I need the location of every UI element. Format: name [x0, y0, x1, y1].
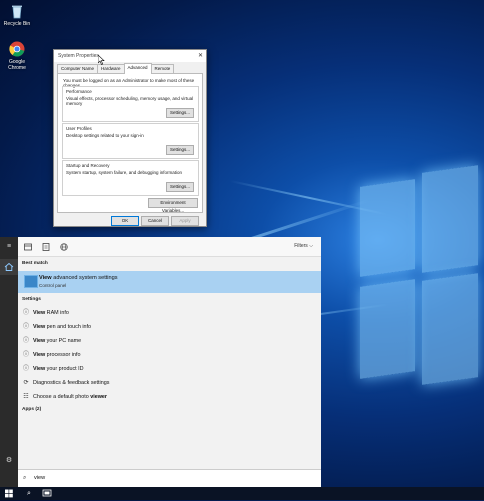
- settings-header: Settings: [22, 297, 41, 302]
- group-title: Performance: [66, 89, 92, 94]
- filters-dropdown[interactable]: Filters ⌵: [294, 243, 313, 249]
- dialog-body: You must be logged on as an Administrato…: [57, 73, 203, 239]
- advanced-tab-panel: You must be logged on as an Administrato…: [57, 73, 203, 213]
- search-result-ram-info[interactable]: ⓘ View RAM info: [18, 307, 321, 319]
- system-properties-dialog: System Properties ✕ Computer Name Hardwa…: [53, 49, 207, 227]
- filters-label: Filters: [294, 243, 308, 249]
- tab-hardware[interactable]: Hardware: [97, 64, 125, 73]
- startup-recovery-group: Startup and Recovery System startup, sys…: [62, 160, 199, 196]
- startup-recovery-settings-button[interactable]: Settings...: [166, 182, 194, 192]
- best-match-result[interactable]: View advanced system settings Control pa…: [18, 271, 321, 293]
- group-description: Visual effects, processor scheduling, me…: [66, 96, 194, 106]
- chevron-down-icon: ⌵: [309, 243, 313, 249]
- performance-settings-button[interactable]: Settings...: [166, 108, 194, 118]
- task-view-icon[interactable]: [42, 489, 52, 498]
- search-results-pane: Filters ⌵ Best match View advanced syste…: [18, 237, 321, 487]
- hamburger-menu-icon[interactable]: ≡: [5, 243, 13, 251]
- control-panel-icon: [24, 275, 38, 288]
- group-description: Desktop settings related to your sign-in: [66, 133, 144, 138]
- documents-icon[interactable]: [42, 243, 50, 251]
- chrome-icon: [9, 41, 25, 57]
- best-match-subtitle: Control panel: [39, 283, 67, 288]
- start-icon[interactable]: [4, 489, 14, 498]
- tab-computer-name[interactable]: Computer Name: [57, 64, 99, 73]
- web-globe-icon[interactable]: [60, 243, 68, 251]
- info-icon: ⓘ: [23, 366, 30, 372]
- search-query: view: [34, 475, 46, 481]
- group-description: System startup, system failure, and debu…: [66, 170, 183, 175]
- search-result-default-photo-viewer[interactable]: ☷ Choose a default photo viewer: [18, 391, 321, 403]
- dialog-tabs: Computer Name Hardware Advanced Remote: [57, 63, 175, 74]
- best-match-title: View advanced system settings: [39, 275, 118, 281]
- search-result-pc-name[interactable]: ⓘ View your PC name: [18, 335, 321, 347]
- info-icon: ⓘ: [23, 338, 30, 344]
- recycle-bin-icon: [9, 3, 25, 19]
- user-profiles-settings-button[interactable]: Settings...: [166, 145, 194, 155]
- ok-button[interactable]: OK: [111, 216, 139, 226]
- performance-group: Performance Visual effects, processor sc…: [62, 86, 199, 122]
- dialog-titlebar[interactable]: System Properties ✕: [54, 50, 206, 62]
- close-icon[interactable]: ✕: [198, 52, 203, 59]
- search-result-diagnostics-feedback[interactable]: ⟳ Diagnostics & feedback settings: [18, 377, 321, 389]
- info-icon: ⓘ: [23, 324, 30, 330]
- start-left-rail: ≡ ⚙: [0, 237, 18, 487]
- apps-icon: ☷: [23, 394, 29, 400]
- apply-button[interactable]: Apply: [171, 216, 199, 226]
- search-icon[interactable]: ⌕: [24, 489, 34, 498]
- home-icon[interactable]: [0, 259, 18, 275]
- taskbar: ⌕: [0, 487, 484, 500]
- diagnostics-icon: ⟳: [23, 380, 29, 386]
- desktop-icon-recycle-bin[interactable]: Recycle Bin: [0, 3, 34, 27]
- cancel-button[interactable]: Cancel: [141, 216, 169, 226]
- all-results-icon[interactable]: [24, 243, 32, 251]
- search-input[interactable]: ⌕ view: [18, 469, 321, 488]
- wallpaper-windows-logo: [360, 165, 478, 395]
- mouse-cursor: [98, 55, 105, 65]
- start-search-panel: ≡ ⚙ Filters ⌵ Best match View advanced s…: [0, 237, 321, 487]
- search-result-pen-touch-info[interactable]: ⓘ View pen and touch info: [18, 321, 321, 333]
- tab-remote[interactable]: Remote: [150, 64, 175, 73]
- dialog-title: System Properties: [58, 53, 99, 59]
- info-icon: ⓘ: [23, 310, 30, 316]
- user-profiles-group: User Profiles Desktop settings related t…: [62, 123, 199, 159]
- environment-variables-button[interactable]: Environment Variables...: [148, 198, 198, 213]
- info-icon: ⓘ: [23, 352, 30, 358]
- search-icon: ⌕: [23, 475, 27, 481]
- search-result-product-id[interactable]: ⓘ View your product ID: [18, 363, 321, 375]
- search-result-processor-info[interactable]: ⓘ View processor info: [18, 349, 321, 361]
- tab-advanced[interactable]: Advanced: [123, 63, 152, 74]
- group-title: User Profiles: [66, 126, 92, 131]
- search-topbar: Filters ⌵: [18, 237, 321, 257]
- desktop-icon-label: Recycle Bin: [3, 21, 31, 27]
- apps-header: Apps (2): [22, 407, 42, 412]
- group-title: Startup and Recovery: [66, 163, 110, 168]
- desktop-icon-label: Google Chrome: [8, 59, 26, 71]
- desktop-icon-chrome[interactable]: Google Chrome: [0, 41, 34, 71]
- best-match-header: Best match: [22, 261, 48, 266]
- settings-gear-icon[interactable]: ⚙: [5, 457, 13, 465]
